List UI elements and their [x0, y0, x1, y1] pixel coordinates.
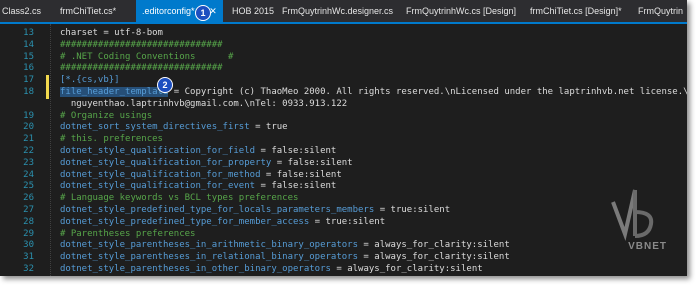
code-token: ##############################: [60, 63, 223, 74]
line-number: 25: [23, 181, 34, 192]
code-token: dotnet_sort_system_directives_first: [60, 122, 250, 133]
line-number: 27: [23, 205, 34, 215]
line-number: 17: [23, 75, 34, 86]
tab-frmquytrin[interactable]: FrmQuytrin: [638, 0, 683, 22]
code-line[interactable]: # .NET Coding Conventions #: [60, 52, 233, 62]
code-line[interactable]: ##############################: [60, 40, 223, 50]
line-number: 29: [23, 228, 34, 239]
code-token: = always_for_clarity:silent: [330, 264, 483, 274]
code-line[interactable]: # Language keywords vs BCL types prefere…: [60, 193, 298, 203]
tab-label: FrmQuytrinhWc.cs [Design]: [406, 6, 517, 16]
line-number: 31: [23, 252, 34, 263]
tab-label: FrmQuytrin: [638, 6, 683, 16]
code-line[interactable]: file_header_template = Copyright (c) Tha…: [60, 87, 687, 97]
code-token: dotnet_style_qualification_for_property: [60, 157, 272, 168]
code-token: dotnet_style_parentheses_in_other_binary…: [60, 264, 331, 274]
code-token: # .NET Coding Conventions #: [60, 51, 234, 62]
tab-frmchitiet-design[interactable]: frmChiTiet.cs [Design]*: [530, 0, 622, 22]
line-number: 26: [23, 193, 34, 204]
code-token: = Copyright (c) ThaoMeo 2000. All rights…: [168, 87, 687, 97]
tab-frmquytrinhwc-designer[interactable]: FrmQuytrinhWc.designer.cs: [282, 0, 393, 22]
code-token: = false:silent: [260, 169, 342, 180]
tab-label: Class2.cs: [2, 6, 42, 16]
code-token: # this. preferences: [60, 134, 163, 145]
line-number: 14: [23, 39, 34, 50]
line-number: 32: [23, 264, 34, 274]
code-token: dotnet_style_qualification_for_event: [60, 181, 256, 192]
code-line[interactable]: dotnet_sort_system_directives_first = tr…: [60, 122, 288, 132]
code-line[interactable]: dotnet_style_predefined_type_for_member_…: [60, 217, 385, 227]
code-line[interactable]: dotnet_style_qualification_for_field = f…: [60, 146, 336, 156]
tab-frmquytrinhwc-design[interactable]: FrmQuytrinhWc.cs [Design]: [406, 0, 516, 22]
code-token: dotnet_style_parentheses_in_arithmetic_b…: [60, 240, 359, 251]
code-token: # Parentheses preferences: [60, 228, 196, 239]
tab-class2-cs[interactable]: Class2.cs: [2, 0, 41, 22]
code-token: dotnet_style_parentheses_in_relational_b…: [60, 252, 359, 263]
code-token: = true:silent: [309, 216, 386, 227]
code-token: = true: [249, 122, 288, 133]
code-line[interactable]: nguyenthao.laptrinhvb@gmail.com.\nTel: 0…: [60, 99, 347, 109]
tab-label: .editorconfig*: [142, 6, 195, 16]
code-token: = false:silent: [271, 157, 353, 168]
code-line[interactable]: dotnet_style_qualification_for_property …: [60, 158, 353, 168]
line-number: 13: [23, 28, 34, 38]
code-line[interactable]: # Parentheses preferences: [60, 229, 195, 239]
code-line[interactable]: dotnet_style_qualification_for_method = …: [60, 170, 342, 180]
watermark-text: VBNET: [628, 241, 667, 252]
code-line[interactable]: dotnet_style_parentheses_in_other_binary…: [60, 264, 483, 274]
callout-badge-1: 1: [195, 5, 211, 21]
code-token: dotnet_style_qualification_for_method: [60, 169, 261, 180]
change-marker: [46, 75, 49, 99]
tab-label: FrmQuytrinhWc.designer.cs: [282, 6, 394, 16]
code-editor[interactable]: 13 charset = utf-8-bom 14 #################…: [0, 24, 687, 276]
line-number: 20: [23, 122, 34, 133]
code-line[interactable]: [*.{cs,vb}]: [60, 75, 120, 85]
code-line[interactable]: dotnet_style_parentheses_in_arithmetic_b…: [60, 240, 510, 250]
line-number: 19: [23, 110, 34, 121]
code-line[interactable]: dotnet_style_qualification_for_event = f…: [60, 181, 336, 191]
code-token: dotnet_style_predefined_type_for_member_…: [60, 216, 310, 227]
code-token: file_header_template: [60, 87, 169, 97]
code-token: [*.{cs,vb}]: [60, 75, 120, 86]
code-line[interactable]: dotnet_style_parentheses_in_relational_b…: [60, 252, 510, 262]
document-tab-bar: Class2.cs frmChiTiet.cs* .editorconfig*⊕…: [0, 0, 687, 24]
line-number: 16: [23, 63, 34, 74]
code-token: = true:silent: [374, 205, 451, 215]
callout-badge-2: 2: [157, 77, 173, 93]
line-number: 24: [23, 169, 34, 180]
tab-frmchitiet-cs[interactable]: frmChiTiet.cs*: [60, 0, 116, 22]
code-line[interactable]: # Organize usings: [60, 111, 152, 121]
code-token: dotnet_style_qualification_for_field: [60, 146, 256, 156]
code-token: ##############################: [60, 39, 223, 50]
code-token: charset = utf-8-bom: [60, 28, 163, 38]
line-number: 28: [23, 216, 34, 227]
code-token: dotnet_style_predefined_type_for_locals_…: [60, 205, 375, 215]
code-line[interactable]: ##############################: [60, 63, 223, 73]
line-number: 15: [23, 51, 34, 62]
line-number: 30: [23, 240, 34, 251]
tab-label: HOB 2015: [232, 6, 275, 16]
code-token: = false:silent: [255, 146, 337, 156]
code-token: = always_for_clarity:silent: [358, 252, 510, 263]
line-number: 21: [23, 134, 34, 145]
line-number: 22: [23, 146, 34, 156]
tab-hob-2015[interactable]: HOB 2015: [232, 0, 274, 22]
code-token: # Organize usings: [60, 110, 153, 121]
code-token: = always_for_clarity:silent: [358, 240, 510, 251]
tab-label: frmChiTiet.cs*: [60, 6, 117, 16]
code-token: nguyenthao.laptrinhvb@gmail.com.\nTel: 0…: [60, 98, 348, 109]
code-token: # Language keywords vs BCL types prefere…: [60, 193, 299, 204]
line-number: 18: [23, 87, 34, 97]
code-line[interactable]: # this. preferences: [60, 134, 163, 144]
tab-label: frmChiTiet.cs [Design]*: [530, 6, 622, 16]
indent-guide: [50, 24, 52, 276]
code-token: = false:silent: [255, 181, 337, 192]
line-number: 23: [23, 157, 34, 168]
code-line[interactable]: dotnet_style_predefined_type_for_locals_…: [60, 205, 450, 215]
code-line[interactable]: charset = utf-8-bom: [60, 28, 163, 38]
editor-window: Class2.cs frmChiTiet.cs* .editorconfig*⊕…: [0, 0, 687, 276]
